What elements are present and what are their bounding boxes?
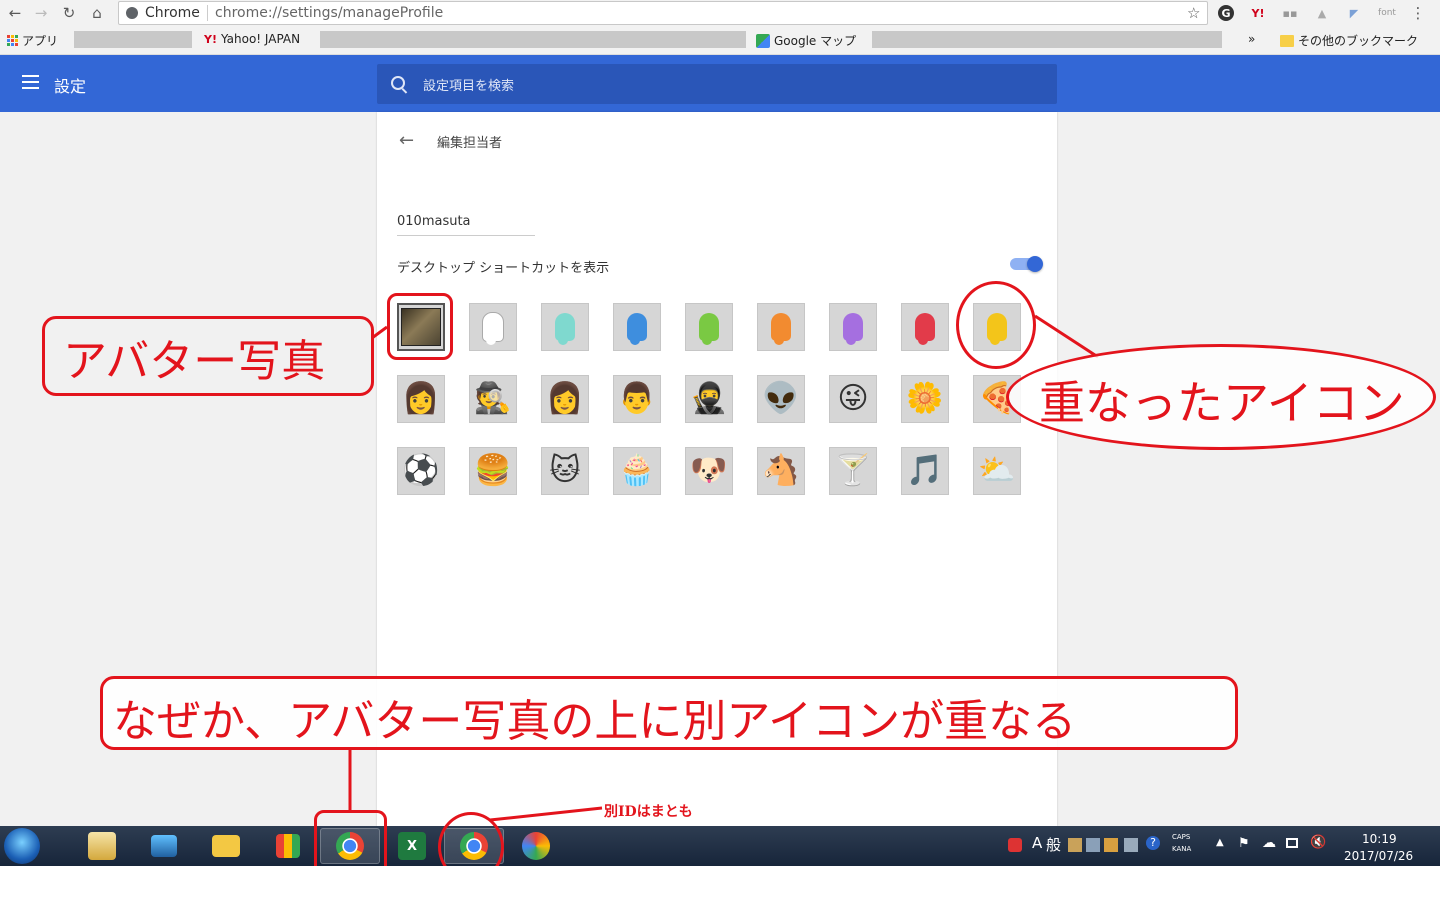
annotation-explanation-text: なぜか、アバター写真の上に別アイコンが重なる	[113, 696, 1077, 747]
ime-alpha-indicator[interactable]: A	[1032, 834, 1042, 852]
taskbar-paint[interactable]	[506, 828, 566, 864]
clock-time[interactable]: 10:19	[1362, 832, 1397, 846]
taskbar-monitor[interactable]	[134, 828, 194, 864]
cloud-icon[interactable]: ☁	[1262, 835, 1276, 851]
kana-indicator: KANA	[1172, 845, 1192, 853]
apps-grid-icon	[276, 834, 300, 858]
tray-app-icon[interactable]	[1008, 838, 1022, 852]
help-icon[interactable]: ?	[1146, 836, 1160, 850]
annotation-other-id-text: 別IDはまとも	[604, 804, 693, 820]
excel-icon: X	[398, 832, 426, 860]
ime-dictionary-icon[interactable]	[1086, 838, 1100, 852]
below-taskbar-area	[0, 866, 1440, 900]
ime-pad-icon[interactable]	[1104, 838, 1118, 852]
annotation-overlap-circle	[956, 281, 1036, 369]
network-icon[interactable]	[1286, 838, 1298, 848]
folder-icon	[212, 835, 240, 857]
taskbar-explorer[interactable]	[72, 828, 132, 864]
monitor-icon	[151, 835, 177, 857]
annotation-overlap-ellipse: 重なったアイコン	[1006, 344, 1436, 450]
annotation-overlap-text: 重なったアイコン	[1039, 376, 1405, 430]
window-icon	[88, 832, 116, 860]
taskbar-folder[interactable]	[196, 828, 256, 864]
paint-palette-icon	[522, 832, 550, 860]
taskbar-apps[interactable]	[258, 828, 318, 864]
ime-settings-icon[interactable]	[1124, 838, 1138, 852]
action-center-flag-icon[interactable]: ⚑	[1238, 836, 1250, 851]
ime-mode-indicator[interactable]: 般	[1046, 834, 1061, 855]
windows-taskbar: X A 般 ? CAPS KANA ▲ ⚑ ☁ 🔇 10:19 2017/07/…	[0, 826, 1440, 866]
caps-indicator: CAPS	[1172, 833, 1191, 841]
start-button-icon[interactable]	[4, 828, 40, 864]
annotation-explanation-box: なぜか、アバター写真の上に別アイコンが重なる	[100, 676, 1238, 750]
annotation-lines	[348, 314, 1099, 822]
show-hidden-icons-icon[interactable]: ▲	[1216, 837, 1224, 848]
clock-date[interactable]: 2017/07/26	[1344, 849, 1413, 863]
taskbar-excel[interactable]: X	[382, 828, 442, 864]
volume-muted-icon[interactable]: 🔇	[1310, 835, 1326, 850]
ime-tool-icon[interactable]	[1068, 838, 1082, 852]
